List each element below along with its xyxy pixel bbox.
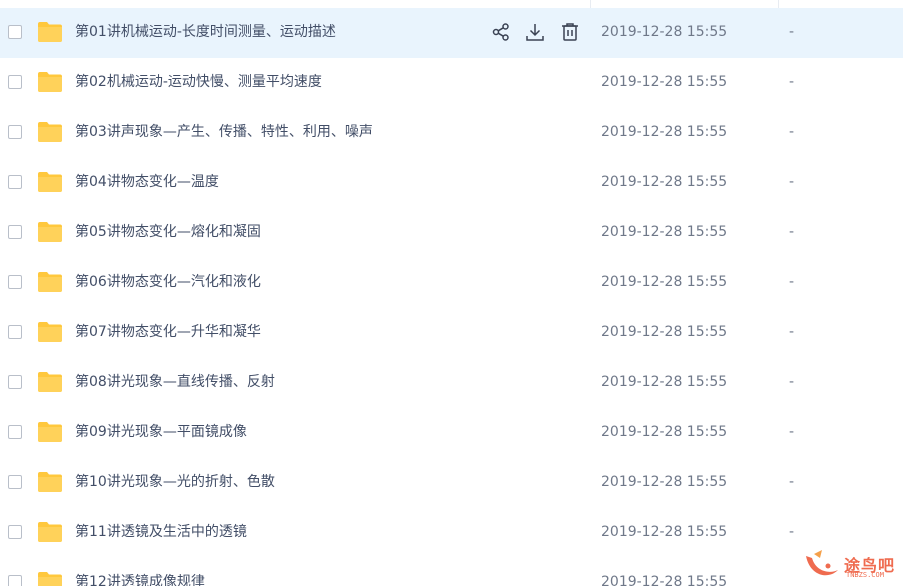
file-row[interactable]: 第02机械运动-运动快慢、测量平均速度 2019-12-28 15:55 - bbox=[0, 58, 903, 108]
row-checkbox[interactable] bbox=[8, 575, 22, 586]
file-row[interactable]: 第05讲物态变化—熔化和凝固 2019-12-28 15:55 - bbox=[0, 208, 903, 258]
modified-date: 2019-12-28 15:55 bbox=[601, 524, 728, 540]
folder-icon bbox=[37, 371, 63, 393]
folder-icon bbox=[37, 271, 63, 293]
row-checkbox[interactable] bbox=[8, 225, 22, 239]
modified-date: 2019-12-28 15:55 bbox=[601, 124, 728, 140]
file-name-link[interactable]: 第08讲光现象—直线传播、反射 bbox=[75, 373, 275, 391]
folder-icon bbox=[37, 171, 63, 193]
file-row[interactable]: 第04讲物态变化—温度 2019-12-28 15:55 - bbox=[0, 158, 903, 208]
row-checkbox[interactable] bbox=[8, 425, 22, 439]
file-row[interactable]: 第03讲声现象—产生、传播、特性、利用、噪声 2019-12-28 15:55 - bbox=[0, 108, 903, 158]
file-size: - bbox=[789, 274, 795, 290]
file-name-link[interactable]: 第06讲物态变化—汽化和液化 bbox=[75, 273, 261, 291]
row-checkbox[interactable] bbox=[8, 25, 22, 39]
row-checkbox[interactable] bbox=[8, 125, 22, 139]
folder-icon bbox=[37, 221, 63, 243]
column-divider bbox=[778, 0, 779, 8]
watermark-logo: 途鸟吧 TNBZS.COM bbox=[800, 546, 900, 584]
column-header-dividers bbox=[0, 0, 905, 8]
row-checkbox[interactable] bbox=[8, 475, 22, 489]
column-divider bbox=[590, 0, 591, 8]
row-checkbox[interactable] bbox=[8, 75, 22, 89]
file-row[interactable]: 第08讲光现象—直线传播、反射 2019-12-28 15:55 - bbox=[0, 358, 903, 408]
modified-date: 2019-12-28 15:55 bbox=[601, 274, 728, 290]
file-row[interactable]: 第10讲光现象—光的折射、色散 2019-12-28 15:55 - bbox=[0, 458, 903, 508]
file-list: 第01讲机械运动-长度时间测量、运动描述 2019-12-28 15:55 - 第… bbox=[0, 0, 905, 586]
file-size: - bbox=[789, 324, 795, 340]
folder-icon bbox=[37, 71, 63, 93]
row-checkbox[interactable] bbox=[8, 275, 22, 289]
modified-date: 2019-12-28 15:55 bbox=[601, 574, 728, 586]
file-row[interactable]: 第11讲透镜及生活中的透镜 2019-12-28 15:55 - bbox=[0, 508, 903, 558]
file-size: - bbox=[789, 474, 795, 490]
file-name-link[interactable]: 第11讲透镜及生活中的透镜 bbox=[75, 523, 247, 541]
modified-date: 2019-12-28 15:55 bbox=[601, 424, 728, 440]
watermark-subtext: TNBZS.COM bbox=[846, 571, 884, 579]
folder-icon bbox=[37, 571, 63, 586]
file-name-link[interactable]: 第01讲机械运动-长度时间测量、运动描述 bbox=[75, 23, 336, 41]
file-size: - bbox=[789, 374, 795, 390]
modified-date: 2019-12-28 15:55 bbox=[601, 74, 728, 90]
folder-icon bbox=[37, 321, 63, 343]
file-name-link[interactable]: 第09讲光现象—平面镜成像 bbox=[75, 423, 247, 441]
share-icon[interactable] bbox=[490, 21, 512, 43]
folder-icon bbox=[37, 521, 63, 543]
file-size: - bbox=[789, 524, 795, 540]
file-size: - bbox=[789, 224, 795, 240]
bird-logo-icon bbox=[806, 550, 838, 576]
file-name-link[interactable]: 第10讲光现象—光的折射、色散 bbox=[75, 473, 275, 491]
file-size: - bbox=[789, 124, 795, 140]
file-name-link[interactable]: 第07讲物态变化—升华和凝华 bbox=[75, 323, 261, 341]
file-name-link[interactable]: 第05讲物态变化—熔化和凝固 bbox=[75, 223, 261, 241]
folder-icon bbox=[37, 471, 63, 493]
file-row[interactable]: 第01讲机械运动-长度时间测量、运动描述 2019-12-28 15:55 - bbox=[0, 8, 903, 58]
modified-date: 2019-12-28 15:55 bbox=[601, 474, 728, 490]
row-checkbox[interactable] bbox=[8, 325, 22, 339]
delete-icon[interactable] bbox=[559, 21, 581, 43]
file-size: - bbox=[789, 174, 795, 190]
file-row[interactable]: 第07讲物态变化—升华和凝华 2019-12-28 15:55 - bbox=[0, 308, 903, 358]
file-name-link[interactable]: 第03讲声现象—产生、传播、特性、利用、噪声 bbox=[75, 123, 373, 141]
folder-icon bbox=[37, 21, 63, 43]
modified-date: 2019-12-28 15:55 bbox=[601, 224, 728, 240]
file-row[interactable]: 第06讲物态变化—汽化和液化 2019-12-28 15:55 - bbox=[0, 258, 903, 308]
folder-icon bbox=[37, 421, 63, 443]
modified-date: 2019-12-28 15:55 bbox=[601, 374, 728, 390]
file-size: - bbox=[789, 24, 795, 40]
row-checkbox[interactable] bbox=[8, 375, 22, 389]
modified-date: 2019-12-28 15:55 bbox=[601, 24, 728, 40]
file-name-link[interactable]: 第04讲物态变化—温度 bbox=[75, 173, 219, 191]
file-row[interactable]: 第09讲光现象—平面镜成像 2019-12-28 15:55 - bbox=[0, 408, 903, 458]
row-checkbox[interactable] bbox=[8, 525, 22, 539]
file-size: - bbox=[789, 74, 795, 90]
modified-date: 2019-12-28 15:55 bbox=[601, 324, 728, 340]
row-checkbox[interactable] bbox=[8, 175, 22, 189]
file-size: - bbox=[789, 424, 795, 440]
download-icon[interactable] bbox=[524, 21, 546, 43]
file-row[interactable]: 第12讲透镜成像规律 2019-12-28 15:55 bbox=[0, 558, 903, 586]
file-name-link[interactable]: 第02机械运动-运动快慢、测量平均速度 bbox=[75, 73, 322, 91]
folder-icon bbox=[37, 121, 63, 143]
modified-date: 2019-12-28 15:55 bbox=[601, 174, 728, 190]
file-name-link[interactable]: 第12讲透镜成像规律 bbox=[75, 573, 205, 586]
